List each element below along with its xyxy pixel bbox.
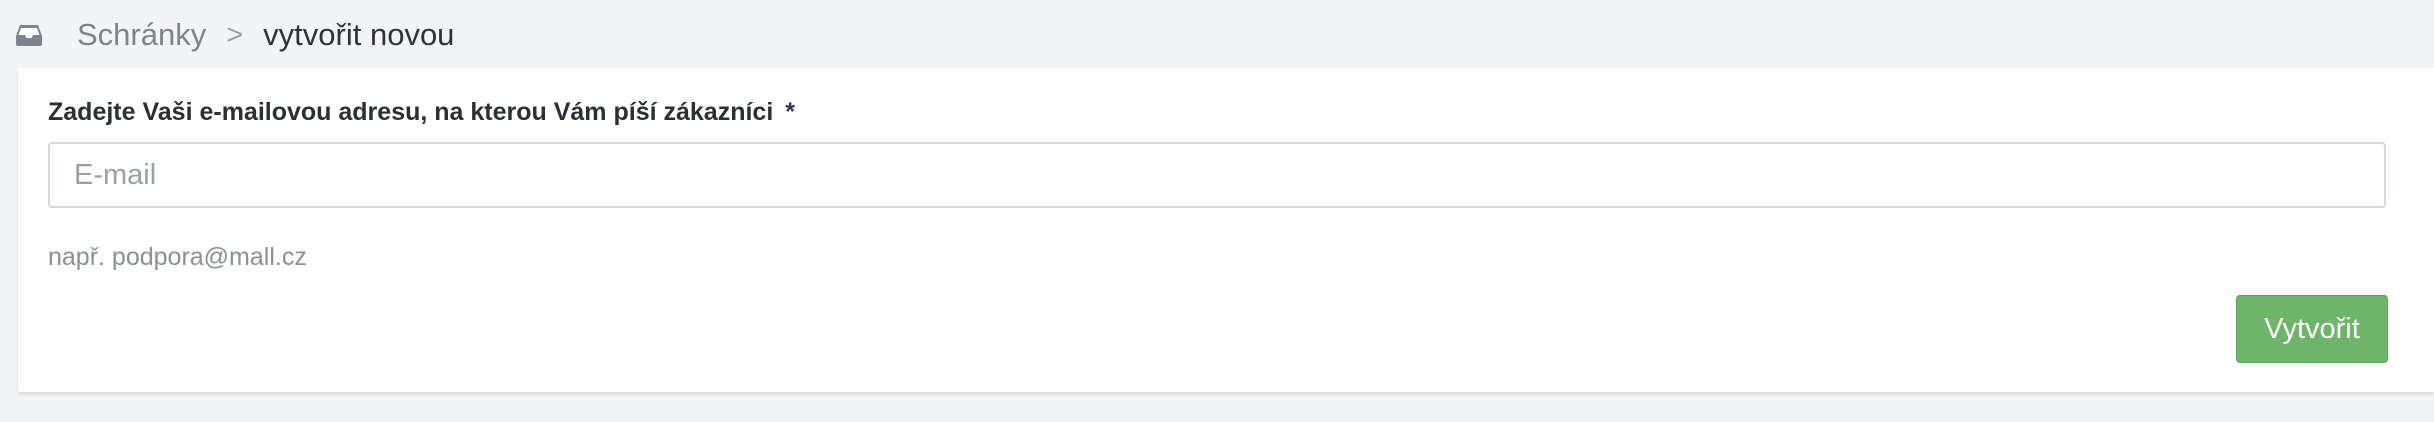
required-marker: * — [785, 98, 796, 126]
inbox-icon — [15, 21, 47, 49]
create-button[interactable]: Vytvořit — [2236, 295, 2388, 363]
email-label-text: Zadejte Vaši e-mailovou adresu, na ktero… — [48, 98, 774, 126]
breadcrumb: Schránky > vytvořit novou — [15, 10, 454, 60]
email-field-label: Zadejte Vaši e-mailovou adresu, na ktero… — [48, 98, 795, 127]
breadcrumb-separator: > — [226, 18, 244, 51]
breadcrumb-root-link[interactable]: Schránky — [77, 17, 206, 53]
email-field[interactable] — [48, 142, 2386, 208]
breadcrumb-current: vytvořit novou — [263, 17, 455, 52]
create-mailbox-form: Zadejte Vaši e-mailovou adresu, na ktero… — [18, 68, 2434, 392]
email-help-text: např. podpora@mall.cz — [48, 243, 307, 271]
